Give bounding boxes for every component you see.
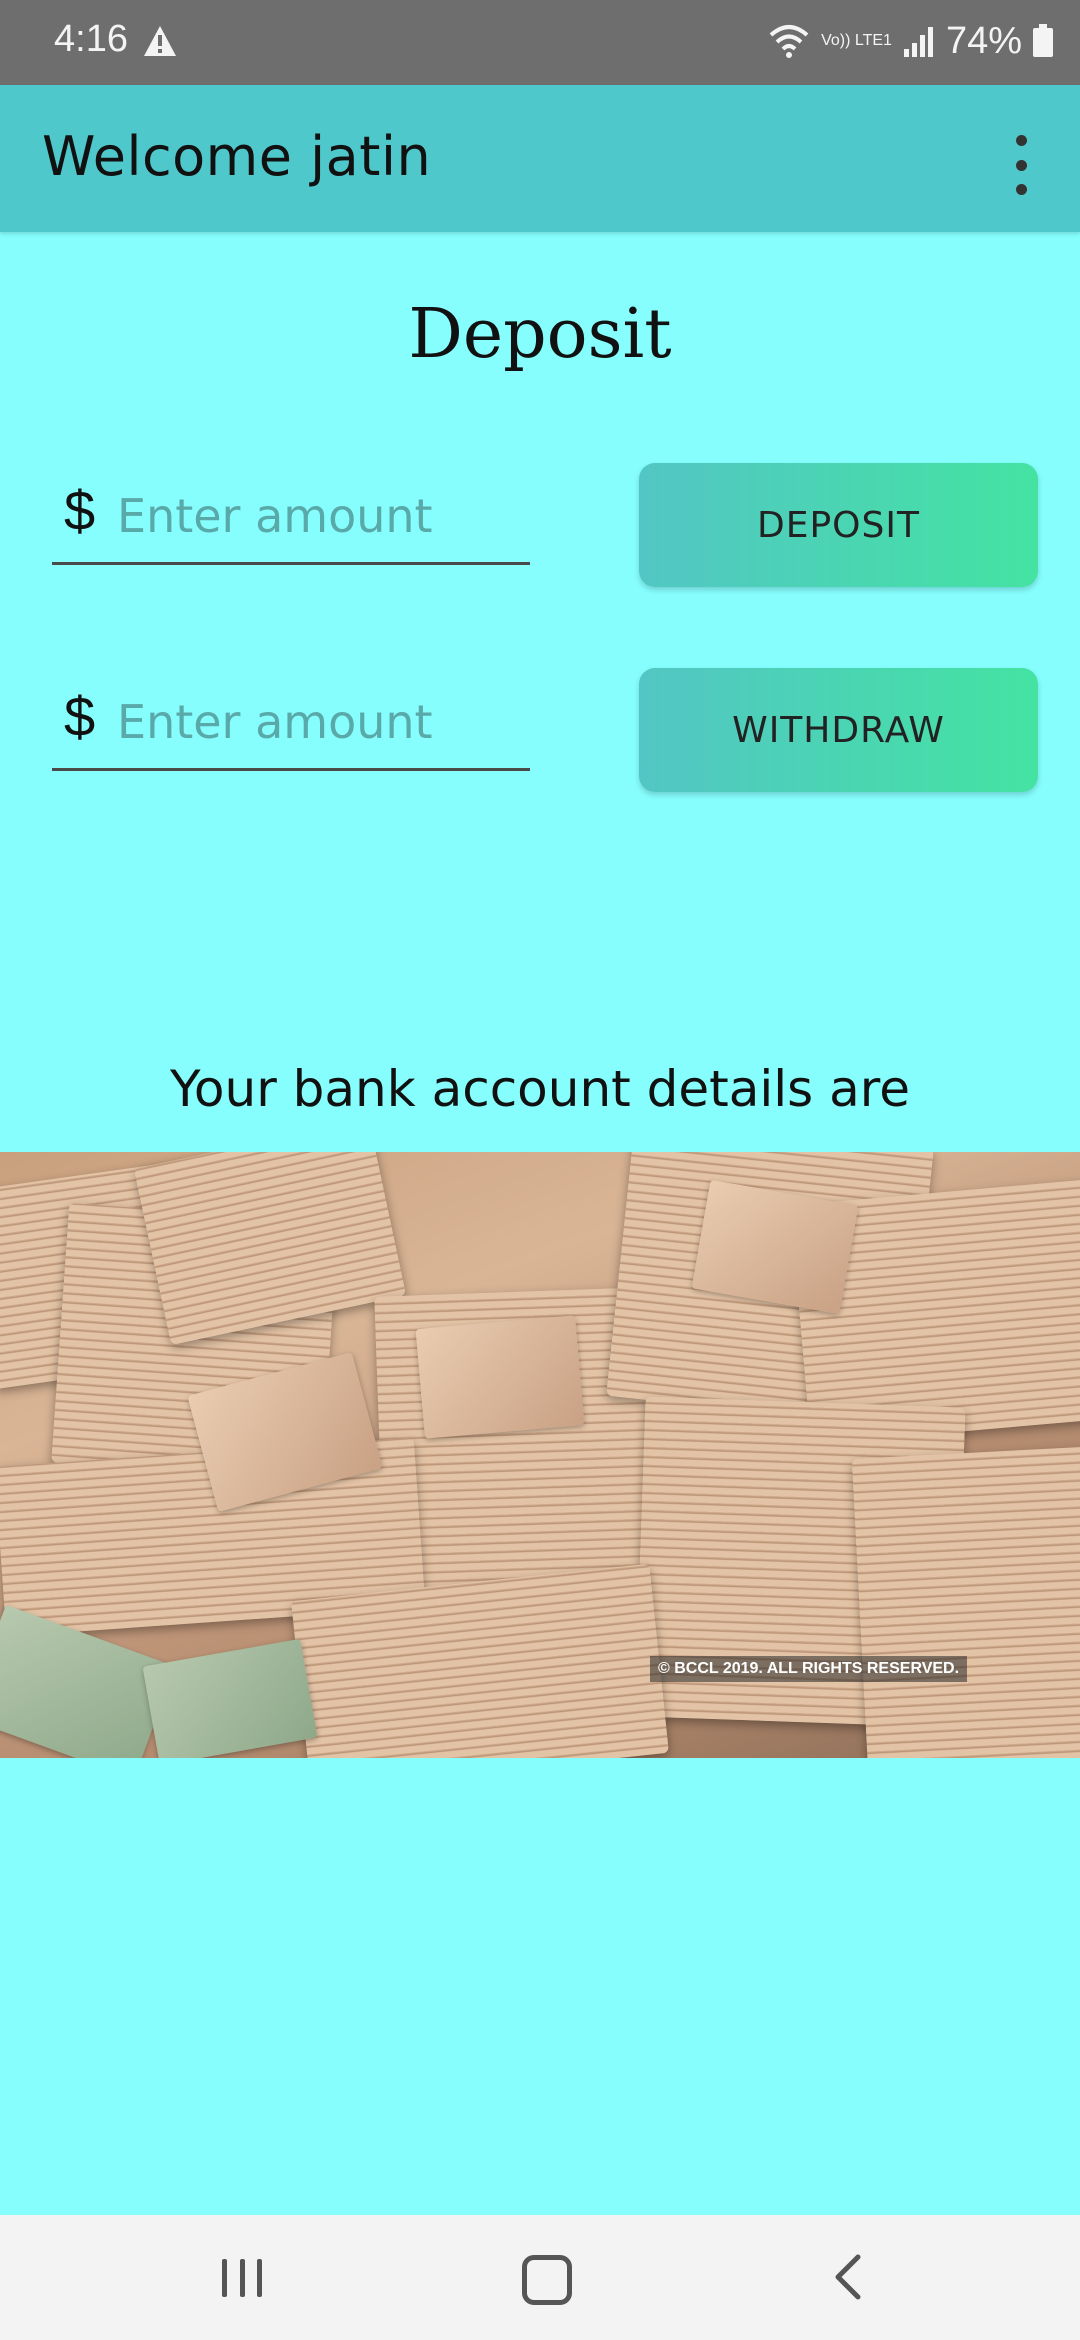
withdraw-amount-input[interactable] xyxy=(115,688,519,756)
status-icons: Vo)) LTE1 74% xyxy=(767,16,1054,66)
network-type-label: Vo)) LTE1 xyxy=(821,32,892,49)
deposit-amount-field[interactable]: $ xyxy=(52,470,530,565)
withdraw-button[interactable]: WITHDRAW xyxy=(639,668,1038,792)
status-bar: 4:16 Vo)) LTE1 74% xyxy=(0,0,1080,85)
back-icon[interactable] xyxy=(828,2253,868,2301)
dollar-icon: $ xyxy=(64,685,96,748)
warning-icon xyxy=(144,26,176,56)
app-bar-title: Welcome jatin xyxy=(42,125,432,188)
deposit-amount-input[interactable] xyxy=(115,482,519,550)
image-caption: © BCCL 2019. ALL RIGHTS RESERVED. xyxy=(650,1656,968,1682)
signal-icon xyxy=(903,27,933,57)
more-vert-icon[interactable] xyxy=(1006,135,1036,195)
battery-icon xyxy=(1033,24,1053,57)
app-bar: Welcome jatin xyxy=(0,85,1080,232)
page-title: Deposit xyxy=(408,295,672,374)
home-icon[interactable] xyxy=(522,2255,572,2305)
wifi-icon xyxy=(769,25,809,58)
account-details-label: Your bank account details are xyxy=(170,1060,910,1118)
system-nav-bar xyxy=(0,2215,1080,2340)
recents-icon[interactable] xyxy=(222,2259,262,2297)
dollar-icon: $ xyxy=(64,479,96,542)
deposit-button[interactable]: DEPOSIT xyxy=(639,463,1038,587)
banknotes-image: © BCCL 2019. ALL RIGHTS RESERVED. xyxy=(0,1152,1080,1758)
battery-percent: 74% xyxy=(945,19,1022,62)
withdraw-amount-field[interactable]: $ xyxy=(52,676,530,771)
status-time: 4:16 xyxy=(54,18,128,60)
